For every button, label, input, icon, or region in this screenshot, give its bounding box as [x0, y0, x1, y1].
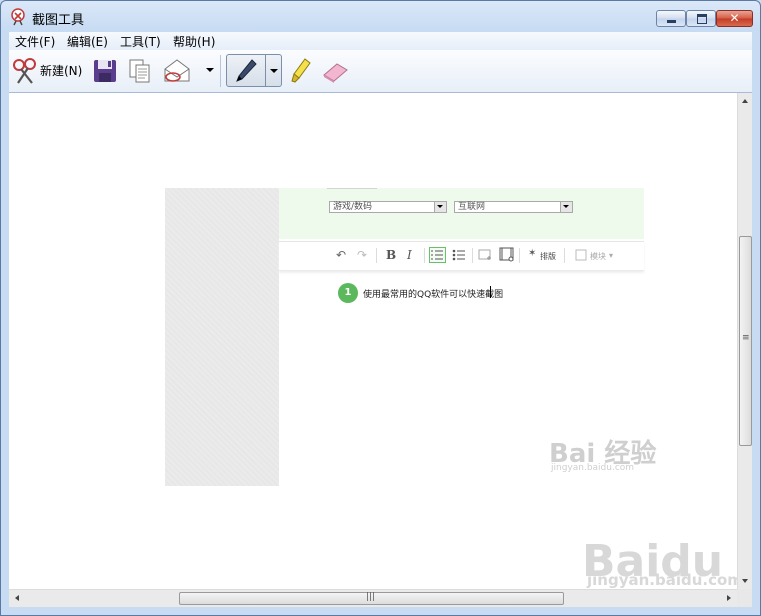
send-dropdown-icon[interactable] — [206, 68, 214, 72]
snip-canvas[interactable]: 游戏/数码 互联网 ↶ ↷ B I ✶ 排版 模块 ▾ 1 使用最常用的QQ软件… — [9, 93, 737, 589]
toolbar: 新建(N) — [9, 50, 752, 93]
close-button[interactable]: ✕ — [716, 10, 753, 27]
text-caret — [490, 286, 491, 298]
module-label: 模块 — [590, 252, 606, 261]
send-email-icon[interactable] — [162, 56, 192, 86]
scrollbar-corner — [737, 589, 752, 607]
close-icon: ✕ — [729, 11, 740, 25]
chevron-down-icon — [563, 205, 569, 208]
module-icon — [575, 249, 587, 261]
layout-label: 排版 — [540, 252, 556, 261]
menu-edit[interactable]: 编辑(E) — [62, 33, 113, 50]
pen-icon — [236, 59, 257, 82]
watermark-large-url: jingyan.baidu.com — [587, 571, 737, 589]
grip-icon: ≡ — [742, 333, 750, 343]
category-select-1-value: 游戏/数码 — [333, 202, 373, 212]
menu-help[interactable]: 帮助(H) — [168, 33, 220, 50]
italic-icon: I — [407, 248, 412, 262]
redo-icon: ↷ — [357, 248, 368, 262]
highlighter-icon[interactable] — [287, 56, 317, 86]
horizontal-scroll-thumb[interactable]: ||| — [179, 592, 564, 605]
grip-icon: ||| — [366, 592, 376, 602]
magic-wand-icon: ✶ — [528, 248, 537, 259]
chevron-down-icon — [437, 205, 443, 208]
category-select-2-value: 互联网 — [458, 202, 486, 212]
minimize-button[interactable] — [656, 10, 686, 27]
insert-image-icon — [478, 249, 491, 260]
captured-editor-toolbar: ↶ ↷ B I ✶ 排版 模块 ▾ — [279, 241, 644, 271]
module-dropdown-icon: ▾ — [609, 251, 614, 260]
snipping-tool-window: 截图工具 ✕ 文件(F) 编辑(E) 工具(T) 帮助(H) 新建(N) 游戏/… — [0, 0, 761, 616]
step-number-badge: 1 — [338, 283, 358, 303]
new-snip-button[interactable]: 新建(N) — [9, 50, 85, 92]
eraser-icon[interactable] — [320, 56, 350, 86]
scroll-down-icon[interactable] — [742, 579, 748, 583]
copy-icon[interactable] — [125, 56, 155, 86]
scroll-left-icon[interactable] — [15, 595, 19, 601]
menu-tools[interactable]: 工具(T) — [115, 33, 166, 50]
menu-file[interactable]: 文件(F) — [10, 33, 60, 50]
toolbar-separator — [220, 55, 221, 87]
scissors-icon — [13, 58, 36, 84]
pen-dropdown-icon[interactable] — [270, 69, 278, 73]
undo-icon: ↶ — [336, 248, 347, 262]
insert-video-icon — [499, 247, 514, 262]
vertical-scrollbar[interactable]: ≡ — [737, 93, 752, 589]
watermark-small-url: jingyan.baidu.com — [551, 463, 635, 473]
save-icon[interactable] — [90, 56, 120, 86]
captured-category-panel: 游戏/数码 互联网 — [279, 188, 644, 239]
minimize-icon — [667, 20, 676, 23]
title-bar[interactable]: 截图工具 ✕ — [1, 1, 760, 31]
pen-tool-button[interactable] — [226, 54, 282, 87]
captured-sidebar — [165, 188, 279, 486]
new-snip-label: 新建(N) — [40, 64, 83, 78]
vertical-scroll-thumb[interactable]: ≡ — [739, 236, 752, 446]
category-select-2: 互联网 — [454, 201, 573, 213]
menu-bar: 文件(F) 编辑(E) 工具(T) 帮助(H) — [9, 32, 752, 50]
ordered-list-icon — [429, 247, 446, 263]
step-text: 使用最常用的QQ软件可以快速截图 — [363, 290, 504, 300]
maximize-button[interactable] — [686, 10, 716, 27]
maximize-icon — [697, 14, 707, 24]
horizontal-scrollbar[interactable]: ||| — [9, 589, 737, 607]
unordered-list-icon — [452, 249, 465, 261]
window-title: 截图工具 — [32, 13, 85, 28]
category-select-1: 游戏/数码 — [329, 201, 447, 213]
bold-icon: B — [386, 248, 397, 262]
scroll-right-icon[interactable] — [727, 595, 731, 601]
scroll-up-icon[interactable] — [742, 99, 748, 103]
scissors-app-icon — [11, 8, 25, 26]
